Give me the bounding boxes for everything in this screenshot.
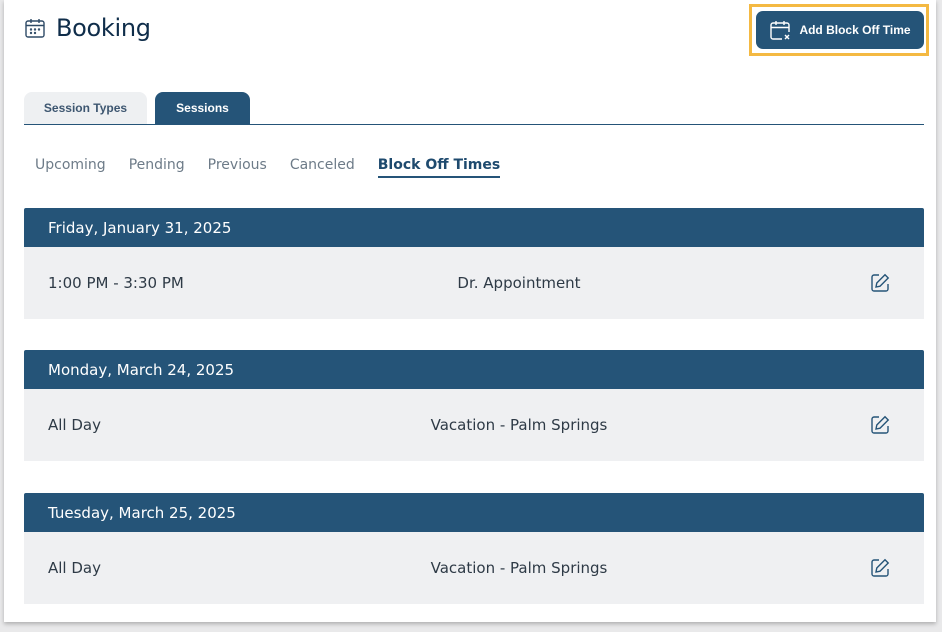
page-title: Booking <box>56 14 151 42</box>
add-block-off-time-label: Add Block Off Time <box>799 23 911 37</box>
block-off-row: All Day Vacation - Palm Springs <box>24 389 924 461</box>
block-off-group: Tuesday, March 25, 2025 All Day Vacation… <box>24 493 924 604</box>
filter-canceled[interactable]: Canceled <box>290 157 355 178</box>
session-filter-nav: Upcoming Pending Previous Canceled Block… <box>35 157 501 178</box>
group-date-header: Monday, March 24, 2025 <box>24 350 924 389</box>
booking-panel: Booking Add Block Off Time Session Types… <box>4 0 936 622</box>
tab-session-types[interactable]: Session Types <box>24 92 147 124</box>
edit-icon[interactable] <box>870 415 890 435</box>
add-block-off-time-button[interactable]: Add Block Off Time <box>756 11 924 49</box>
block-off-label: Dr. Appointment <box>457 274 581 292</box>
group-date-header: Tuesday, March 25, 2025 <box>24 493 924 532</box>
block-off-group: Friday, January 31, 2025 1:00 PM - 3:30 … <box>24 208 924 319</box>
filter-pending[interactable]: Pending <box>129 157 185 178</box>
filter-previous[interactable]: Previous <box>208 157 267 178</box>
page-header: Booking <box>24 14 151 42</box>
tab-sessions[interactable]: Sessions <box>155 92 250 124</box>
filter-upcoming[interactable]: Upcoming <box>35 157 106 178</box>
tab-bar: Session Types Sessions <box>24 92 924 125</box>
block-off-row: 1:00 PM - 3:30 PM Dr. Appointment <box>24 247 924 319</box>
block-off-group: Monday, March 24, 2025 All Day Vacation … <box>24 350 924 461</box>
calendar-x-icon <box>770 21 791 40</box>
calendar-icon <box>25 19 45 38</box>
block-off-label: Vacation - Palm Springs <box>430 559 608 577</box>
edit-icon[interactable] <box>870 558 890 578</box>
edit-icon[interactable] <box>870 273 890 293</box>
block-off-label: Vacation - Palm Springs <box>430 416 608 434</box>
block-off-row: All Day Vacation - Palm Springs <box>24 532 924 604</box>
filter-block-off-times[interactable]: Block Off Times <box>377 157 501 178</box>
group-date-header: Friday, January 31, 2025 <box>24 208 924 247</box>
